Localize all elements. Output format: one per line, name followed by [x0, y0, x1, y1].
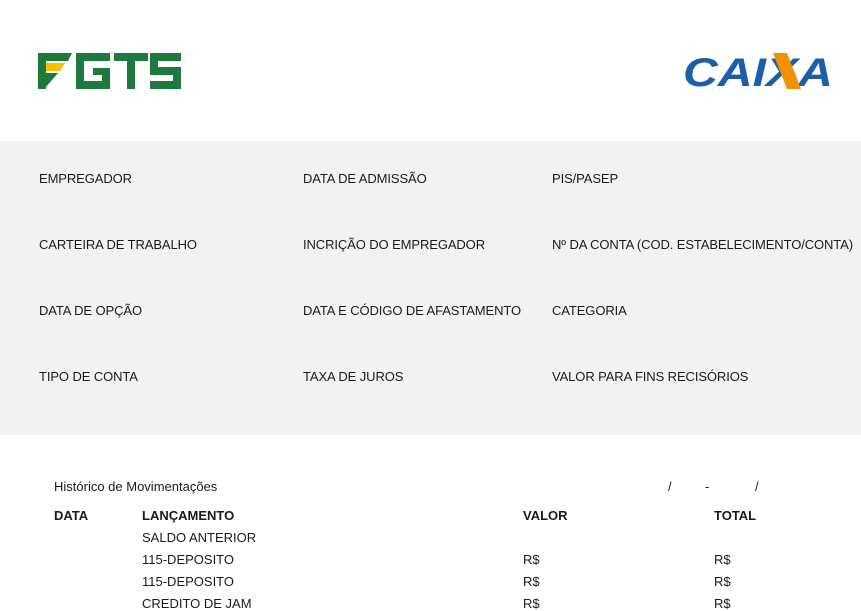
- field-pis-pasep: PIS/PASEP: [552, 171, 619, 186]
- row-total: R$: [714, 552, 731, 567]
- row-entry: CREDITO DE JAM: [142, 596, 252, 611]
- caixa-logo: CAIXA: [683, 51, 833, 91]
- field-interest-rate: TAXA DE JUROS: [303, 369, 404, 384]
- field-work-card: CARTEIRA DE TRABALHO: [39, 237, 197, 252]
- field-option-date: DATA DE OPÇÃO: [39, 303, 142, 318]
- field-account-number: Nº DA CONTA (COD. ESTABELECIMENTO/CONTA): [552, 237, 853, 252]
- document-header: CAIXA: [0, 0, 861, 141]
- row-total: R$: [714, 596, 731, 611]
- svg-text:CAIXA: CAIXA: [683, 51, 833, 91]
- date-separator: /: [755, 479, 759, 494]
- column-header-value: VALOR: [523, 508, 568, 523]
- row-entry: SALDO ANTERIOR: [142, 530, 257, 545]
- column-header-date: DATA: [54, 508, 89, 523]
- column-header-total: TOTAL: [714, 508, 757, 523]
- date-separator: /: [668, 479, 672, 494]
- row-value: R$: [523, 574, 540, 589]
- history-title: Histórico de Movimentações: [54, 479, 218, 494]
- account-info-panel: EMPREGADOR CARTEIRA DE TRABALHO DATA DE …: [0, 141, 861, 435]
- row-entry: 115-DEPOSITO: [142, 574, 234, 589]
- field-leave-date-code: DATA E CÓDIGO DE AFASTAMENTO: [303, 303, 521, 318]
- column-header-entry: LANÇAMENTO: [142, 508, 235, 523]
- row-total: R$: [714, 574, 731, 589]
- field-category: CATEGORIA: [552, 303, 627, 318]
- date-separator: -: [705, 479, 710, 494]
- fgts-logo: [38, 53, 181, 89]
- row-entry: 115-DEPOSITO: [142, 552, 234, 567]
- field-rescission-value: VALOR PARA FINS RECISÓRIOS: [552, 369, 749, 384]
- field-employer: EMPREGADOR: [39, 171, 132, 186]
- field-account-type: TIPO DE CONTA: [39, 369, 138, 384]
- field-admission-date: DATA DE ADMISSÃO: [303, 171, 427, 186]
- field-employer-registration: INCRIÇÃO DO EMPREGADOR: [303, 237, 485, 252]
- row-value: R$: [523, 596, 540, 611]
- row-value: R$: [523, 552, 540, 567]
